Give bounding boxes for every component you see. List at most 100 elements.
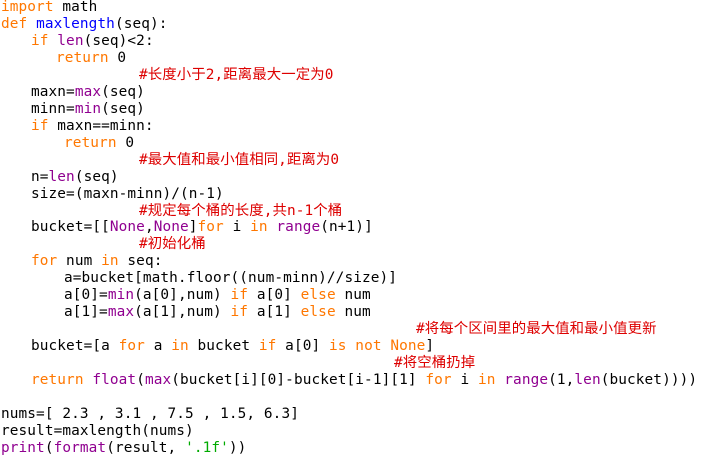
keyword-token: in [478, 372, 496, 389]
code-line: bucket=[[None,None]for i in range(n+1)] [31, 219, 373, 236]
code-token: num [335, 304, 371, 321]
builtin-token: print [1, 439, 45, 456]
code-line: a=bucket[math.floor((num-minn)//size)] [64, 270, 397, 287]
code-token: a[0] [276, 338, 330, 355]
code-token: minn= [31, 100, 75, 117]
code-line: #长度小于2,距离最大一定为0 [139, 67, 333, 84]
keyword-token: if [230, 304, 249, 321]
code-token: (result, [106, 439, 186, 456]
builtin-token: min [107, 287, 135, 304]
keyword-token: if [258, 338, 277, 355]
code-line: minn=min(seq) [31, 101, 145, 118]
code-token: (a[1],num) [134, 304, 231, 321]
comment-token: #最大值和最小值相同,距离为0 [139, 151, 340, 168]
comment-token: #将每个区间里的最大值和最小值更新 [416, 321, 657, 338]
comment-token: #规定每个桶的长度,共n-1个桶 [139, 202, 343, 219]
keyword-token: in [171, 338, 189, 355]
keyword-token: return [64, 134, 117, 151]
code-token: (1, [548, 372, 575, 389]
code-line: #规定每个桶的长度,共n-1个桶 [139, 203, 342, 220]
builtin-token: len [48, 168, 75, 185]
builtin-token: len [57, 32, 84, 49]
keyword-token: else [300, 304, 336, 321]
comment-token: #长度小于2,距离最大一定为0 [139, 66, 334, 83]
code-line: result=maxlength(nums) [1, 423, 194, 440]
code-token: maxn= [31, 83, 75, 100]
keyword-token: return [56, 49, 109, 66]
code-token: n= [31, 168, 49, 185]
code-line: #最大值和最小值相同,距离为0 [139, 152, 339, 169]
builtin-token: max [74, 83, 102, 100]
code-token: (a[0],num) [134, 287, 231, 304]
code-token: 0 [116, 134, 135, 151]
code-token: (seq) [74, 168, 119, 185]
code-token: (n+1)] [320, 219, 373, 236]
code-line: size=(maxn-minn)/(n-1) [31, 186, 224, 203]
code-token: nums=[ 2.3 , 3.1 , 7.5 , 1.5, 6.3] [1, 406, 299, 423]
builtin-token: max [107, 304, 135, 321]
comment-token: #初始化桶 [139, 236, 206, 253]
code-token: a[1]= [64, 304, 108, 321]
code-line: #初始化桶 [139, 236, 206, 253]
code-token: math [53, 0, 98, 15]
code-line: bucket=[a for a in bucket if a[0] is not… [31, 338, 434, 355]
code-token: ( [44, 439, 54, 456]
code-token: a=bucket[math.floor((num-minn)//size)] [64, 270, 398, 287]
keyword-token: import [1, 0, 54, 15]
code-token: )) [228, 439, 247, 456]
builtin-token: range [276, 219, 321, 236]
code-token: ] [188, 219, 198, 236]
code-token: a[1] [248, 304, 301, 321]
keyword-token: for [118, 338, 145, 355]
code-line: nums=[ 2.3 , 3.1 , 7.5 , 1.5, 6.3] [1, 406, 299, 423]
code-token: (bucket[i][0]-bucket[i-1][1] [171, 372, 426, 389]
code-token: maxn==minn: [48, 117, 154, 134]
code-line: #将每个区间里的最大值和最小值更新 [416, 321, 657, 338]
keyword-token: in [250, 219, 268, 236]
keyword-token: return [31, 372, 84, 389]
code-token: result=maxlength(nums) [1, 423, 194, 439]
keyword-token: is not None [329, 338, 426, 355]
code-token: 0 [108, 49, 127, 66]
builtin-token: format [53, 439, 107, 456]
keyword-token: for [197, 219, 224, 236]
code-line: import math [1, 0, 97, 16]
code-token: ] [425, 338, 435, 355]
code-line: #将空桶扔掉 [394, 355, 475, 372]
code-token: bucket=[[ [31, 219, 110, 236]
builtin-token: None [109, 219, 145, 236]
code-token: , [144, 219, 154, 236]
keyword-token: else [300, 287, 336, 304]
code-token: i [451, 372, 478, 389]
keyword-token: in [101, 253, 119, 270]
code-token: size=(maxn-minn)/(n-1) [31, 185, 224, 202]
keyword-token: if [31, 32, 49, 49]
code-line: a[0]=min(a[0],num) if a[0] else num [64, 287, 371, 304]
code-line: a[1]=max(a[1],num) if a[1] else num [64, 304, 371, 321]
code-token: (seq) [101, 100, 145, 117]
code-token: (seq) [101, 83, 145, 100]
code-line: n=len(seq) [31, 169, 119, 186]
code-line: return 0 [56, 50, 126, 67]
builtin-token: len [574, 372, 601, 389]
code-token: (seq): [114, 15, 168, 32]
code-token: bucket=[a [31, 338, 119, 355]
builtin-token: None [153, 219, 189, 236]
code-token: (seq)<2: [83, 32, 154, 49]
code-line: if maxn==minn: [31, 118, 154, 135]
code-line: return 0 [64, 135, 134, 152]
code-line: maxn=max(seq) [31, 84, 145, 101]
code-line: for num in seq: [31, 253, 162, 270]
code-token: a[0]= [64, 287, 108, 304]
keyword-token: if [31, 117, 49, 134]
builtin-token: range [504, 372, 549, 389]
keyword-token: for [31, 253, 58, 270]
code-token: num [335, 287, 371, 304]
code-line: print(format(result, '.1f')) [1, 440, 246, 457]
builtin-token: max [144, 372, 172, 389]
builtin-token: min [74, 100, 102, 117]
comment-token: #将空桶扔掉 [394, 355, 476, 372]
code-line: if len(seq)<2: [31, 33, 154, 50]
